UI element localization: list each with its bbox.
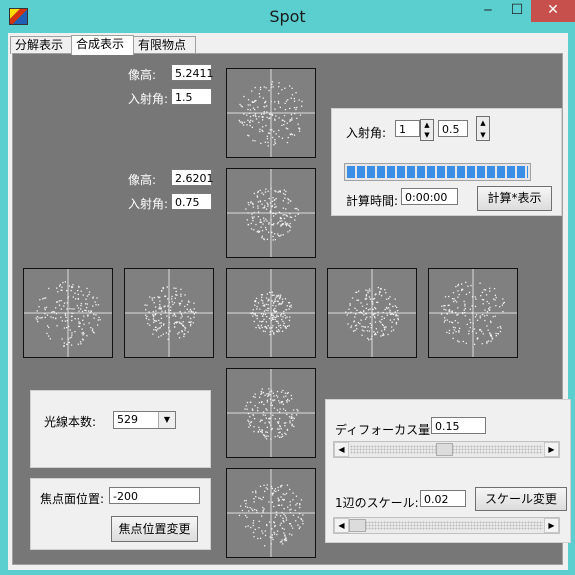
ray-count-group: 光線本数: 529 ▼: [30, 390, 211, 468]
spot-diagram: [428, 268, 518, 358]
window-client: 分解表示 合成表示 有限物点 像高: 5.2411 入射角: 1.5 像高: 2…: [8, 33, 571, 570]
spot-diagram: [226, 268, 316, 358]
scale-slider[interactable]: ◀ ▶: [333, 517, 560, 534]
calculate-display-button[interactable]: 計算*表示: [477, 186, 552, 211]
tab-composite[interactable]: 合成表示: [71, 35, 134, 55]
chevron-down-icon[interactable]: ▼: [158, 412, 175, 428]
image-height-label: 像高:: [128, 173, 157, 187]
minimize-icon[interactable]: ‒: [474, 0, 502, 22]
calculation-group: 入射角: 1 ▲ ▼ 0.5 ▲ ▼ 計算時間: 0:00:00 計算*表示: [331, 108, 562, 216]
spot-diagram: [226, 168, 316, 258]
slider-track: [350, 521, 543, 530]
calc-angle-spinner-1[interactable]: ▲ ▼: [420, 119, 434, 141]
spot-diagram: [226, 368, 316, 458]
scale-field[interactable]: 0.02: [420, 490, 466, 507]
title-bar: Spot ‒ ☐ ✕: [0, 0, 575, 33]
calc-progress-bar: [344, 163, 531, 181]
chevron-left-icon[interactable]: ◀: [334, 518, 349, 533]
spot-diagram: [124, 268, 214, 358]
calc-angle-field-2[interactable]: 0.5: [438, 120, 468, 137]
incidence-angle-label: 入射角:: [128, 197, 169, 211]
image-height-field[interactable]: 2.6201: [171, 169, 214, 186]
image-height-field[interactable]: 5.2411: [171, 64, 214, 81]
focal-plane-label: 焦点面位置:: [40, 492, 105, 506]
chevron-left-icon[interactable]: ◀: [334, 442, 349, 457]
ray-count-value: 529: [117, 413, 138, 426]
calc-time-field[interactable]: 0:00:00: [401, 188, 458, 205]
spot-diagram: [327, 268, 417, 358]
focal-plane-field[interactable]: -200: [109, 487, 200, 504]
focal-plane-group: 焦点面位置: -200 焦点位置変更: [30, 478, 211, 550]
ray-count-label: 光線本数:: [44, 415, 97, 429]
incidence-angle-field[interactable]: 0.75: [171, 193, 212, 210]
tab-finite-object[interactable]: 有限物点: [133, 36, 196, 54]
calc-angle-field-1[interactable]: 1: [395, 120, 420, 137]
calc-time-label: 計算時間:: [346, 194, 399, 208]
calc-angle-spinner-2[interactable]: ▲ ▼: [476, 116, 490, 141]
progress-fill: [347, 166, 528, 178]
chevron-right-icon[interactable]: ▶: [544, 518, 559, 533]
maximize-icon[interactable]: ☐: [503, 0, 531, 22]
spot-diagram: [23, 268, 113, 358]
defocus-scale-group: ディフォーカス量: 0.15 ◀ ▶ 1辺のスケール: 0.02 スケール変更 …: [325, 399, 571, 543]
image-height-label: 像高:: [128, 68, 157, 82]
defocus-slider[interactable]: ◀ ▶: [333, 441, 560, 458]
spot-diagram: [226, 468, 316, 558]
defocus-label: ディフォーカス量:: [335, 423, 435, 437]
chevron-right-icon[interactable]: ▶: [544, 442, 559, 457]
ray-count-select[interactable]: 529 ▼: [113, 411, 176, 429]
scale-label: 1辺のスケール:: [335, 496, 419, 510]
spot-diagram: [226, 68, 316, 158]
composite-panel: 像高: 5.2411 入射角: 1.5 像高: 2.6201 入射角: 0.75…: [12, 53, 571, 565]
defocus-field[interactable]: 0.15: [431, 417, 486, 434]
incidence-angle-label: 入射角:: [128, 92, 169, 106]
tab-decompose[interactable]: 分解表示: [10, 36, 72, 54]
change-scale-button[interactable]: スケール変更: [475, 487, 567, 511]
change-focal-position-button[interactable]: 焦点位置変更: [111, 516, 198, 542]
close-icon[interactable]: ✕: [531, 0, 575, 22]
calc-angle-label: 入射角:: [346, 126, 387, 140]
defocus-slider-thumb[interactable]: [436, 443, 454, 456]
incidence-angle-field[interactable]: 1.5: [171, 88, 212, 105]
scale-slider-thumb[interactable]: [349, 519, 366, 532]
